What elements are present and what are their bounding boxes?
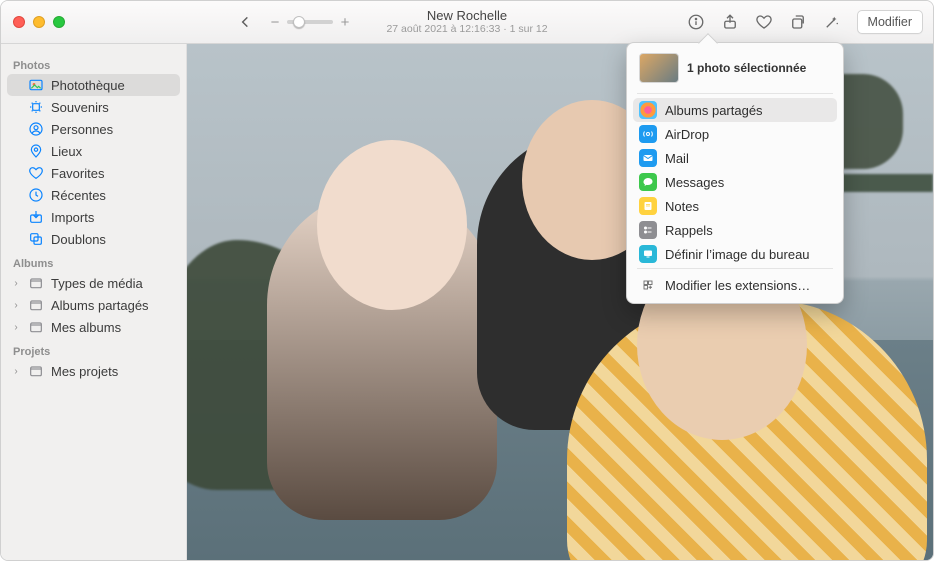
chevron-right-icon: ›	[11, 322, 21, 333]
sidebar-section-photos: Photos	[7, 52, 180, 74]
share-option-label: Rappels	[665, 223, 713, 238]
separator	[637, 93, 833, 94]
sidebar-item-media-types[interactable]: › Types de média	[7, 272, 180, 294]
sidebar-item-label: Favorites	[51, 166, 104, 181]
share-option-label: Albums partagés	[665, 103, 763, 118]
share-option-shared-albums[interactable]: Albums partagés	[633, 98, 837, 122]
messages-icon	[639, 173, 657, 191]
sidebar-item-label: Personnes	[51, 122, 113, 137]
share-option-mail[interactable]: Mail	[633, 146, 837, 170]
window-zoom-button[interactable]	[53, 16, 65, 28]
sidebar-item-label: Imports	[51, 210, 94, 225]
airdrop-icon	[639, 125, 657, 143]
edit-button[interactable]: Modifier	[857, 10, 923, 34]
people-icon	[28, 121, 44, 137]
sidebar-item-label: Mes projets	[51, 364, 118, 379]
sidebar-item-label: Mes albums	[51, 320, 121, 335]
folder-icon	[28, 275, 44, 291]
share-option-label: Notes	[665, 199, 699, 214]
sidebar-item-favorites[interactable]: Favorites	[7, 162, 180, 184]
sidebar-item-duplicates[interactable]: Doublons	[7, 228, 180, 250]
separator	[637, 268, 833, 269]
share-option-label: AirDrop	[665, 127, 709, 142]
memories-icon	[28, 99, 44, 115]
share-option-notes[interactable]: Notes	[633, 194, 837, 218]
duplicates-icon	[28, 231, 44, 247]
sidebar-item-label: Doublons	[51, 232, 106, 247]
window-minimize-button[interactable]	[33, 16, 45, 28]
share-option-airdrop[interactable]: AirDrop	[633, 122, 837, 146]
sidebar-item-memories[interactable]: Souvenirs	[7, 96, 180, 118]
share-option-reminders[interactable]: Rappels	[633, 218, 837, 242]
info-button[interactable]	[681, 9, 711, 35]
zoom-slider-thumb[interactable]	[293, 16, 305, 28]
share-option-label: Messages	[665, 175, 724, 190]
sidebar-item-label: Lieux	[51, 144, 82, 159]
share-thumbnail	[639, 53, 679, 83]
favorite-button[interactable]	[749, 9, 779, 35]
sidebar-section-albums: Albums	[7, 250, 180, 272]
sidebar: Photos Photothèque Souvenirs Personnes L…	[1, 44, 187, 560]
titlebar: − + New Rochelle 27 août 2021 à 12:16:33…	[1, 1, 933, 44]
share-popover: 1 photo sélectionnée Albums partagés Air…	[626, 42, 844, 304]
back-button[interactable]	[235, 11, 257, 33]
window-subtitle: 27 août 2021 à 12:16:33 · 1 sur 12	[386, 23, 547, 35]
edit-button-label: Modifier	[868, 15, 912, 29]
sidebar-item-people[interactable]: Personnes	[7, 118, 180, 140]
sidebar-item-my-albums[interactable]: › Mes albums	[7, 316, 180, 338]
title-center: New Rochelle 27 août 2021 à 12:16:33 · 1…	[386, 9, 547, 36]
window-title: New Rochelle	[386, 9, 547, 24]
share-selection-label: 1 photo sélectionnée	[687, 61, 806, 75]
chevron-right-icon: ›	[11, 278, 21, 289]
share-option-set-desktop[interactable]: Définir l’image du bureau	[633, 242, 837, 266]
folder-icon	[28, 319, 44, 335]
sidebar-item-label: Récentes	[51, 188, 106, 203]
enhance-button[interactable]	[817, 9, 847, 35]
zoom-in-icon[interactable]: +	[339, 14, 351, 31]
share-option-messages[interactable]: Messages	[633, 170, 837, 194]
desktop-icon	[639, 245, 657, 263]
zoom-control[interactable]: − +	[269, 14, 351, 31]
sidebar-item-label: Albums partagés	[51, 298, 149, 313]
sidebar-item-recents[interactable]: Récentes	[7, 184, 180, 206]
clock-icon	[28, 187, 44, 203]
notes-icon	[639, 197, 657, 215]
toolbar-right: Modifier	[681, 9, 923, 35]
zoom-slider[interactable]	[287, 20, 333, 24]
window-controls	[13, 16, 65, 28]
import-icon	[28, 209, 44, 225]
shared-albums-icon	[639, 101, 657, 119]
chevron-right-icon: ›	[11, 366, 21, 377]
extensions-icon	[639, 276, 657, 294]
sidebar-item-label: Types de média	[51, 276, 143, 291]
places-icon	[28, 143, 44, 159]
folder-icon	[28, 297, 44, 313]
sidebar-item-places[interactable]: Lieux	[7, 140, 180, 162]
rotate-button[interactable]	[783, 9, 813, 35]
share-option-edit-extensions[interactable]: Modifier les extensions…	[633, 273, 837, 297]
heart-icon	[28, 165, 44, 181]
share-option-label: Définir l’image du bureau	[665, 247, 810, 262]
sidebar-item-label: Souvenirs	[51, 100, 109, 115]
share-option-label: Mail	[665, 151, 689, 166]
share-option-label: Modifier les extensions…	[665, 278, 810, 293]
share-popover-header: 1 photo sélectionnée	[633, 51, 837, 91]
library-icon	[28, 77, 44, 93]
sidebar-item-library[interactable]: Photothèque	[7, 74, 180, 96]
mail-icon	[639, 149, 657, 167]
sidebar-item-my-projects[interactable]: › Mes projets	[7, 360, 180, 382]
zoom-out-icon[interactable]: −	[269, 14, 281, 31]
sidebar-item-shared-albums[interactable]: › Albums partagés	[7, 294, 180, 316]
sidebar-section-projects: Projets	[7, 338, 180, 360]
share-button[interactable]	[715, 9, 745, 35]
app-window: − + New Rochelle 27 août 2021 à 12:16:33…	[0, 0, 934, 561]
window-close-button[interactable]	[13, 16, 25, 28]
reminders-icon	[639, 221, 657, 239]
sidebar-item-imports[interactable]: Imports	[7, 206, 180, 228]
folder-icon	[28, 363, 44, 379]
sidebar-item-label: Photothèque	[51, 78, 125, 93]
chevron-right-icon: ›	[11, 300, 21, 311]
